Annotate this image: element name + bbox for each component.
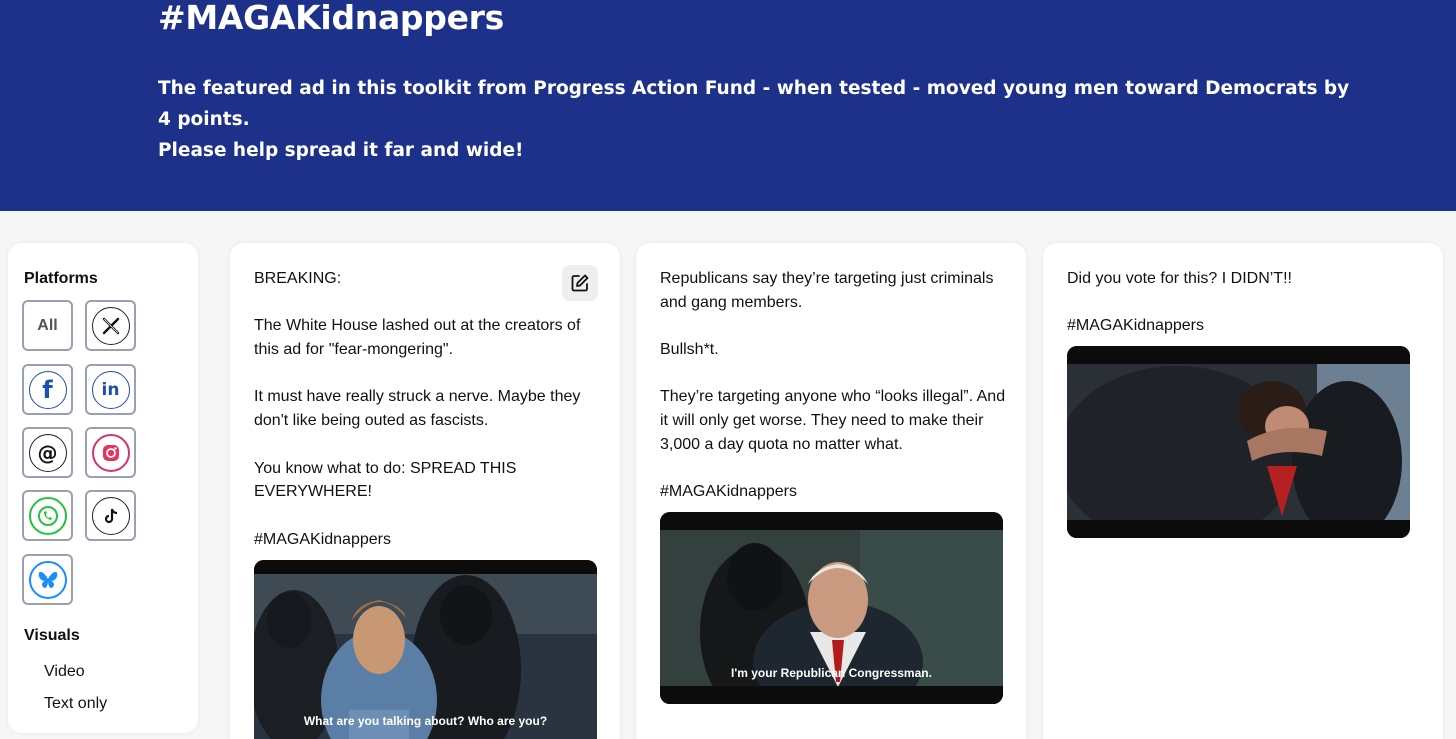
video-thumbnail[interactable]: What are you talking about? Who are you? xyxy=(254,560,597,739)
platform-filter-x[interactable] xyxy=(85,300,136,351)
visuals-heading: Visuals xyxy=(24,627,80,644)
description-line-2: Please help spread it far and wide! xyxy=(158,140,524,161)
video-thumbnail[interactable]: I'm your Republican Congressman. xyxy=(660,512,1003,704)
card-hashtag: #MAGAKidnappers xyxy=(660,483,797,501)
threads-icon: @ xyxy=(28,433,67,472)
page-title: #MAGAKidnappers xyxy=(158,0,504,37)
all-label: All xyxy=(37,316,58,334)
bluesky-icon xyxy=(28,560,67,599)
card-paragraph: The White House lashed out at the creato… xyxy=(254,317,581,359)
card-hashtag: #MAGAKidnappers xyxy=(254,530,391,548)
card-hashtag: #MAGAKidnappers xyxy=(1067,317,1204,335)
content-card: Did you vote for this? I DIDN’T!! #MAGAK… xyxy=(1043,243,1443,739)
x-icon xyxy=(91,306,130,345)
header-banner: #MAGAKidnappers The featured ad in this … xyxy=(0,0,1456,211)
content-card: Republicans say they’re targeting just c… xyxy=(636,243,1026,739)
video-frame-image xyxy=(254,560,597,739)
card-paragraph: It must have really struck a nerve. Mayb… xyxy=(254,388,581,430)
platform-filter-linkedin[interactable]: in xyxy=(85,364,136,415)
card-paragraph: Republicans say they’re targeting just c… xyxy=(660,270,994,311)
platform-filter-tiktok[interactable] xyxy=(85,490,136,541)
platform-filter-facebook[interactable]: f xyxy=(22,364,73,415)
linkedin-icon: in xyxy=(91,370,130,409)
video-thumbnail[interactable] xyxy=(1067,346,1410,538)
platform-filter-threads[interactable]: @ xyxy=(22,427,73,478)
page-description: The featured ad in this toolkit from Pro… xyxy=(158,73,1358,166)
card-text: Did you vote for this? I DIDN’T!! #MAGAK… xyxy=(1067,267,1417,338)
card-paragraph: Bullsh*t. xyxy=(660,341,719,359)
platform-filter-whatsapp[interactable] xyxy=(22,490,73,541)
card-text: BREAKING: The White House lashed out at … xyxy=(254,267,604,551)
video-frame-image xyxy=(1067,346,1410,538)
card-text: Republicans say they’re targeting just c… xyxy=(660,267,1010,504)
platform-filter-all[interactable]: All xyxy=(22,300,73,351)
instagram-icon xyxy=(91,433,130,472)
card-paragraph: You know what to do: SPREAD THIS EVERYWH… xyxy=(254,459,517,501)
video-caption: I'm your Republican Congressman. xyxy=(731,666,932,680)
card-paragraph: Did you vote for this? I DIDN’T!! xyxy=(1067,270,1292,287)
edit-button[interactable] xyxy=(562,265,598,301)
filter-sidebar: Platforms All f in @ Visuals Video Text … xyxy=(8,243,198,733)
facebook-icon: f xyxy=(28,370,67,409)
description-line-1: The featured ad in this toolkit from Pro… xyxy=(158,78,1350,130)
content-card: BREAKING: The White House lashed out at … xyxy=(230,243,620,739)
platform-filter-instagram[interactable] xyxy=(85,427,136,478)
platforms-heading: Platforms xyxy=(24,270,98,287)
tiktok-icon xyxy=(91,496,130,535)
video-caption: What are you talking about? Who are you? xyxy=(303,714,548,728)
edit-icon xyxy=(571,274,589,292)
card-paragraph: BREAKING: xyxy=(254,270,342,287)
visual-filter-video[interactable]: Video xyxy=(44,663,85,681)
platform-filter-bluesky[interactable] xyxy=(22,554,73,605)
card-paragraph: They’re targeting anyone who “looks ille… xyxy=(660,388,1006,453)
whatsapp-icon xyxy=(28,496,67,535)
visual-filter-text-only[interactable]: Text only xyxy=(44,695,107,713)
